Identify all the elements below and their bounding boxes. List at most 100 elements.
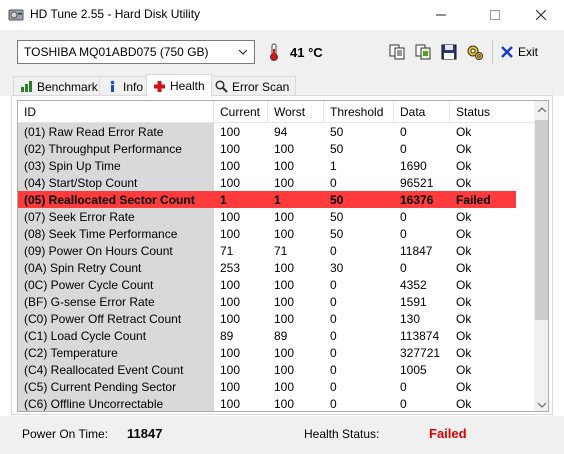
cell-current: 100 bbox=[220, 142, 241, 156]
cell-id: (C0) Power Off Retract Count bbox=[18, 310, 214, 327]
cell-threshold: 50 bbox=[330, 227, 344, 241]
magnifier-icon bbox=[215, 80, 228, 93]
table-row[interactable]: (C4) Reallocated Event Count 100 100 0 1005 O… bbox=[18, 361, 534, 378]
smart-table[interactable]: ID Current Worst Threshold Data Status (… bbox=[17, 100, 549, 412]
cell-worst: 71 bbox=[274, 244, 288, 258]
cell-worst: 100 bbox=[274, 210, 295, 224]
table-row[interactable]: (03) Spin Up Time 100 100 1 1690 Ok bbox=[18, 157, 534, 174]
exit-label: Exit bbox=[518, 45, 539, 59]
tab-info[interactable]: Info bbox=[99, 76, 151, 96]
cell-worst: 100 bbox=[274, 295, 295, 309]
cell-id: (C6) Offline Uncorrectable bbox=[18, 395, 214, 411]
tab-health[interactable]: Health bbox=[146, 74, 212, 97]
cell-current: 100 bbox=[220, 176, 241, 190]
cell-worst: 100 bbox=[274, 346, 295, 360]
status-footer: Power On Time: 11847 Health Status: Fail… bbox=[0, 416, 564, 454]
cell-current: 100 bbox=[220, 278, 241, 292]
cell-status: Ok bbox=[456, 159, 472, 173]
tab-benchmark[interactable]: Benchmark bbox=[13, 76, 105, 96]
table-row[interactable]: (C2) Temperature 100 100 0 327721 Ok bbox=[18, 344, 534, 361]
save-button[interactable] bbox=[438, 41, 460, 63]
table-row[interactable]: (C1) Load Cycle Count 89 89 0 113874 Ok bbox=[18, 327, 534, 344]
cell-threshold: 50 bbox=[324, 191, 394, 208]
table-row[interactable]: (08) Seek Time Performance 100 100 50 0 Ok bbox=[18, 225, 534, 242]
scroll-down-button[interactable] bbox=[534, 396, 548, 411]
cell-data: 1591 bbox=[400, 295, 427, 309]
cell-threshold: 0 bbox=[330, 295, 337, 309]
cell-status: Ok bbox=[456, 380, 472, 394]
copy-button[interactable] bbox=[386, 41, 408, 63]
vertical-scrollbar[interactable] bbox=[534, 101, 548, 411]
column-header-worst[interactable]: Worst bbox=[268, 101, 324, 123]
cell-threshold: 0 bbox=[330, 346, 337, 360]
cell-worst: 100 bbox=[274, 142, 295, 156]
cell-id: (BF) G-sense Error Rate bbox=[18, 293, 214, 310]
scrollbar-thumb[interactable] bbox=[535, 120, 548, 320]
cell-data: 4352 bbox=[400, 278, 427, 292]
cell-id: (0C) Power Cycle Count bbox=[18, 276, 214, 293]
health-status-value: Failed bbox=[429, 426, 467, 441]
cell-id: (01) Raw Read Error Rate bbox=[18, 123, 214, 140]
cell-threshold: 50 bbox=[330, 142, 344, 156]
window-title: HD Tune 2.55 - Hard Disk Utility bbox=[30, 7, 201, 21]
cell-current: 253 bbox=[220, 261, 241, 275]
cell-worst: 100 bbox=[274, 278, 295, 292]
cell-current: 89 bbox=[220, 329, 234, 343]
options-icon bbox=[467, 45, 483, 60]
maximize-button[interactable] bbox=[472, 0, 518, 30]
table-row[interactable]: (01) Raw Read Error Rate 100 94 50 0 Ok bbox=[18, 123, 534, 140]
table-row[interactable]: (C6) Offline Uncorrectable 100 100 0 0 Ok bbox=[18, 395, 534, 411]
table-row[interactable]: (C0) Power Off Retract Count 100 100 0 130 Ok bbox=[18, 310, 534, 327]
copy-icon bbox=[389, 44, 405, 60]
exit-button[interactable]: Exit bbox=[500, 41, 538, 63]
table-row[interactable]: (0A) Spin Retry Count 253 100 30 0 Ok bbox=[18, 259, 534, 276]
cell-status: Ok bbox=[456, 227, 472, 241]
cell-id: (09) Power On Hours Count bbox=[18, 242, 214, 259]
copy-screen-icon bbox=[415, 44, 431, 60]
title-bar: HD Tune 2.55 - Hard Disk Utility bbox=[0, 0, 564, 30]
column-header-status[interactable]: Status bbox=[450, 101, 534, 123]
table-row[interactable]: (09) Power On Hours Count 71 71 0 11847 Ok bbox=[18, 242, 534, 259]
scroll-up-button[interactable] bbox=[534, 101, 548, 118]
cell-threshold: 0 bbox=[330, 380, 337, 394]
cell-status: Ok bbox=[456, 397, 472, 411]
cell-threshold: 0 bbox=[330, 312, 337, 326]
tab-label: Benchmark bbox=[37, 79, 98, 94]
cell-id: (C5) Current Pending Sector bbox=[18, 378, 214, 395]
cell-status: Ok bbox=[456, 210, 472, 224]
table-row[interactable]: (C5) Current Pending Sector 100 100 0 0 Ok bbox=[18, 378, 534, 395]
cell-data: 96521 bbox=[400, 176, 434, 190]
close-button[interactable] bbox=[518, 0, 564, 30]
drive-select-value: TOSHIBA MQ01ABD075 (750 GB) bbox=[24, 45, 209, 59]
column-header-threshold[interactable]: Threshold bbox=[324, 101, 394, 123]
tab-error-scan[interactable]: Error Scan bbox=[208, 76, 297, 96]
table-row[interactable]: (04) Start/Stop Count 100 100 0 96521 Ok bbox=[18, 174, 534, 191]
cell-data: 113874 bbox=[400, 329, 440, 343]
power-on-time-label: Power On Time: bbox=[22, 427, 109, 441]
cell-data: 0 bbox=[400, 142, 407, 156]
drive-select[interactable]: TOSHIBA MQ01ABD075 (750 GB) bbox=[17, 40, 255, 64]
info-icon bbox=[106, 80, 119, 93]
toolbar: TOSHIBA MQ01ABD075 (750 GB) 41 °C Exit bbox=[0, 30, 564, 74]
cell-status: Ok bbox=[456, 176, 472, 190]
table-row[interactable]: (07) Seek Error Rate 100 100 50 0 Ok bbox=[18, 208, 534, 225]
table-row[interactable]: (02) Throughput Performance 100 100 50 0 Ok bbox=[18, 140, 534, 157]
cell-data: 0 bbox=[400, 227, 407, 241]
table-row[interactable]: (05) Reallocated Sector Count 1 1 50 16376 Fa… bbox=[18, 191, 534, 208]
cell-status: Ok bbox=[456, 312, 472, 326]
column-header-id[interactable]: ID bbox=[18, 101, 214, 123]
options-button[interactable] bbox=[464, 41, 486, 63]
cell-current: 100 bbox=[220, 159, 241, 173]
maximize-icon bbox=[490, 10, 500, 20]
cell-status: Ok bbox=[456, 278, 472, 292]
column-header-current[interactable]: Current bbox=[214, 101, 268, 123]
cell-data: 327721 bbox=[400, 346, 441, 360]
power-on-time-value: 11847 bbox=[127, 426, 163, 441]
minimize-button[interactable] bbox=[418, 0, 464, 30]
table-row[interactable]: (0C) Power Cycle Count 100 100 0 4352 Ok bbox=[18, 276, 534, 293]
table-row[interactable]: (BF) G-sense Error Rate 100 100 0 1591 Ok bbox=[18, 293, 534, 310]
column-header-data[interactable]: Data bbox=[394, 101, 450, 123]
copy-screen-button[interactable] bbox=[412, 41, 434, 63]
cell-current: 100 bbox=[220, 380, 241, 394]
tab-label: Health bbox=[170, 79, 205, 93]
